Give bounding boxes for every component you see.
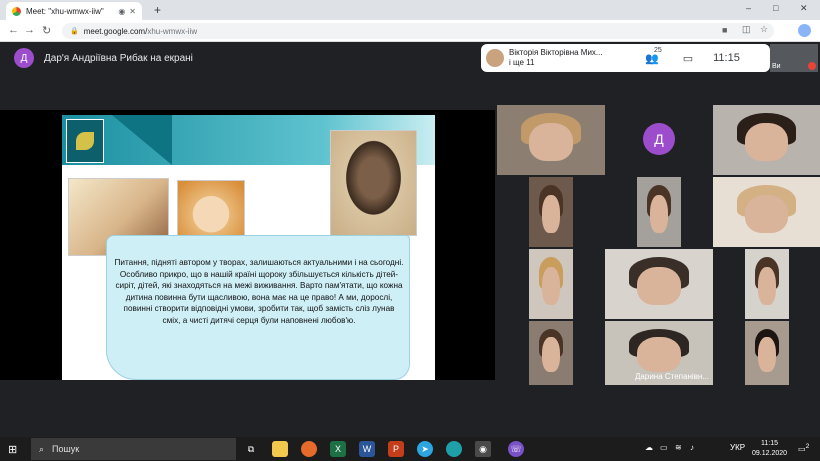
minimize-button[interactable]: – [746,3,751,13]
participant-tile[interactable] [529,321,573,385]
taskbar-clock[interactable]: 11:15 09.12.2020 [752,439,787,459]
presenter-text: Дар'я Андріївна Рибак на екрані [44,52,193,64]
participant-tile[interactable] [637,177,681,247]
volume-icon[interactable]: ♪ [690,443,694,452]
presenter-banner: Д Дар'я Андріївна Рибак на екрані [14,48,193,68]
participant-tile[interactable]: Дарина Степанівн... [605,321,713,385]
maximize-button[interactable]: □ [773,3,778,13]
participant-avatar: Д [643,123,675,155]
camera-icon[interactable]: ■ [722,25,727,35]
viber-icon[interactable]: ☏ [508,441,524,457]
taskbar-date: 09.12.2020 [752,450,788,457]
battery-icon[interactable]: ▭ [660,443,668,452]
file-explorer-icon[interactable] [272,441,288,457]
notifications-icon[interactable]: ▭2 [798,443,809,454]
url-host: meet.google.com/ [83,26,148,36]
share-icon[interactable]: ◫ [742,24,751,35]
participant-tile[interactable] [529,177,573,247]
browser-tab-bar: Meet: "xhu-wmwx-iiw" ◉ ✕ + – □ ✕ [0,0,820,20]
address-bar-row: ← → ↻ 🔒 meet.google.com/xhu-wmwx-iiw ■ ◫… [0,20,820,42]
excel-icon[interactable]: X [330,441,346,457]
mic-off-icon [808,62,816,70]
speaker-more: і ще 11 [509,58,535,67]
participants-count: 25 [654,46,662,54]
presenter-avatar: Д [14,48,34,68]
network-icon[interactable]: ☁ [645,443,653,452]
word-icon[interactable]: W [359,441,375,457]
back-arrow-icon[interactable]: ← [8,24,19,36]
people-icon[interactable]: 👥 25 [645,47,662,65]
wifi-icon[interactable]: ≋ [675,443,682,452]
taskbar-search-input[interactable]: ⌕ Пошук [31,438,236,460]
search-icon: ⌕ [39,443,45,454]
slide-text: Питання, підняті автором у творах, залиш… [114,258,404,325]
participant-grid: Д Дарина Степанівн... [497,105,820,385]
task-view-icon[interactable]: ⧉ [243,441,259,457]
tab-record-icon: ◉ [118,6,126,16]
meet-window: Д Дар'я Андріївна Рибак на екрані Віктор… [0,42,820,437]
chrome-taskbar-icon[interactable]: ◉ [475,441,491,457]
tab-close-icon[interactable]: ✕ [129,7,136,16]
participant-tile[interactable] [745,321,789,385]
url-path: xhu-wmwx-iiw [147,26,198,36]
new-tab-button[interactable]: + [154,3,161,17]
browser-tab-meet[interactable]: Meet: "xhu-wmwx-iiw" ◉ ✕ [6,2,142,20]
powerpoint-icon[interactable]: P [388,441,404,457]
lock-icon: 🔒 [70,28,79,35]
windows-taskbar: ⊞ ⌕ Пошук ⧉ X W P ➤ ◉ ☏ ☁ ▭ ≋ ♪ УКР 11:1… [0,437,820,461]
edge-icon[interactable] [446,441,462,457]
school-logo [66,119,104,163]
presentation-area: Питання, підняті автором у творах, залиш… [0,110,495,380]
profile-avatar[interactable] [798,24,811,37]
url-input[interactable]: 🔒 meet.google.com/xhu-wmwx-iiw [62,23,774,39]
language-indicator[interactable]: УКР [730,443,745,452]
star-icon[interactable]: ☆ [760,24,768,35]
telegram-icon[interactable]: ➤ [417,441,433,457]
self-view-tile[interactable]: Ви [770,44,818,72]
speaker-info-card[interactable]: Вікторія Вікторівна Мих... і ще 11 [481,44,631,72]
reload-icon[interactable]: ↻ [42,24,51,37]
presentation-slide: Питання, підняті автором у творах, залиш… [62,115,435,380]
speaker-avatar [486,49,504,67]
meet-clock: 11:15 [713,52,740,64]
participant-tile[interactable] [713,105,820,175]
author-portrait [330,130,417,236]
speaker-name: Вікторія Вікторівна Мих... [509,48,603,57]
taskbar-time: 11:15 [761,440,779,447]
self-name: Ви [772,63,781,70]
forward-arrow-icon[interactable]: → [24,24,35,36]
participant-name: Дарина Степанівн... [635,372,709,381]
participant-tile[interactable]: Д [605,105,713,175]
participant-tile[interactable] [713,177,820,247]
meet-controls-card: 👥 25 ▭ 11:15 [631,44,770,72]
firefox-icon[interactable] [301,441,317,457]
participant-tile[interactable] [529,249,573,319]
chat-icon[interactable]: ▭ [683,52,693,65]
participant-tile[interactable] [497,105,605,175]
windows-start-icon[interactable]: ⊞ [8,443,17,456]
participant-tile[interactable] [745,249,789,319]
chrome-favicon-icon [12,6,21,16]
participant-tile[interactable] [605,249,713,319]
tab-title: Meet: "xhu-wmwx-iiw" [26,6,104,16]
search-placeholder: Пошук [52,444,80,454]
close-window-button[interactable]: ✕ [800,3,808,14]
notif-count: 2 [805,443,810,450]
